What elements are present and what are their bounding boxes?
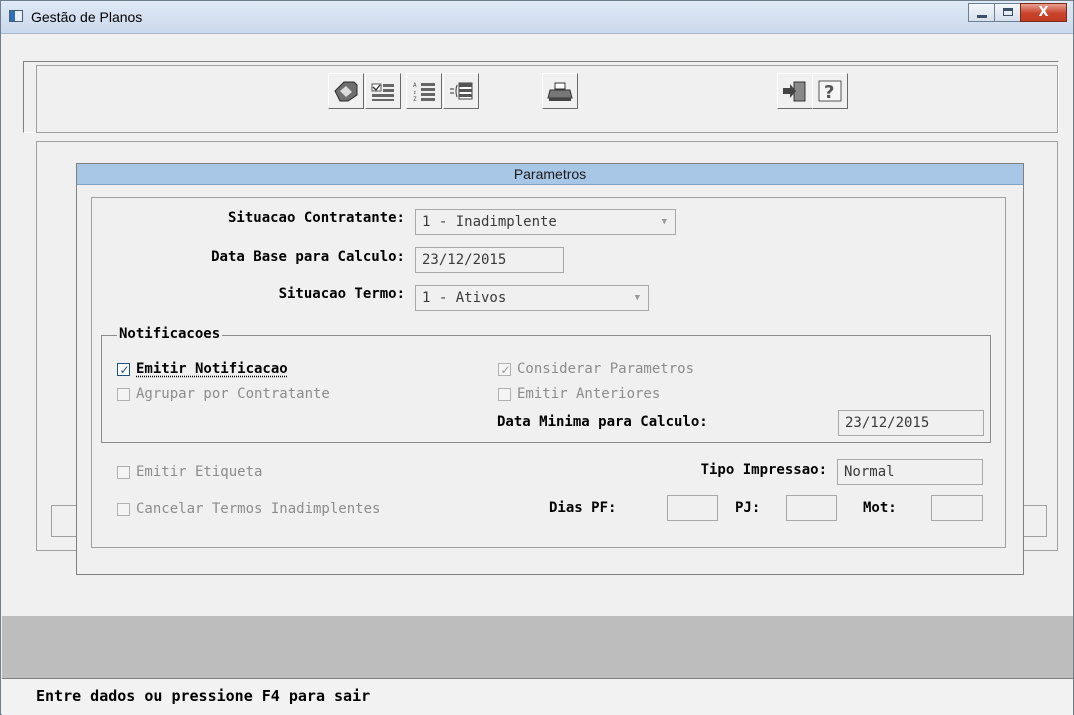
window-title: Gestão de Planos <box>31 9 143 25</box>
data-base-label: Data Base para Calculo: <box>211 249 405 265</box>
tipo-impressao-label: Tipo Impressao: <box>700 462 827 478</box>
dialog-title: Parametros <box>77 164 1023 185</box>
emitir-anteriores-label: Emitir Anteriores <box>517 386 661 402</box>
toolbar-list-button[interactable] <box>443 73 479 109</box>
title-bar[interactable]: Gestão de Planos X <box>1 1 1073 34</box>
emitir-etiqueta-label: Emitir Etiqueta <box>136 464 263 480</box>
data-minima-label: Data Minima para Calculo: <box>497 414 708 430</box>
checkbox-box <box>117 502 130 516</box>
chevron-down-icon: ▼ <box>634 293 640 303</box>
notificacoes-legend: Notificacoes <box>117 324 223 344</box>
agrupar-contratante-checkbox[interactable]: Agrupar por Contratante <box>117 384 330 404</box>
checkbox-box <box>117 387 130 401</box>
help-icon: ? <box>818 80 842 103</box>
right-edge-control <box>1023 505 1047 537</box>
situacao-contratante-select[interactable]: 1 - Inadimplente ▼ <box>415 209 676 235</box>
cancelar-termos-checkbox[interactable]: Cancelar Termos Inadimplentes <box>117 499 380 519</box>
status-bar: Entre dados ou pressione F4 para sair <box>2 678 1073 715</box>
main-window: Gestão de Planos X A ↕ Z ? Parametros Si… <box>0 0 1074 715</box>
svg-text:A: A <box>413 82 417 89</box>
considerar-parametros-label: Considerar Parametros <box>517 361 695 377</box>
dias-pf-field[interactable] <box>667 495 718 521</box>
situacao-termo-select[interactable]: 1 - Ativos ▼ <box>415 285 649 311</box>
situacao-termo-label: Situacao Termo: <box>278 286 405 302</box>
data-base-field[interactable]: 23/12/2015 <box>415 247 564 273</box>
toolbar-print-button[interactable] <box>542 73 578 109</box>
left-edge-control <box>51 505 77 537</box>
emitir-anteriores-checkbox[interactable]: Emitir Anteriores <box>498 384 660 404</box>
chevron-down-icon: ▼ <box>661 217 667 227</box>
sort-icon: A ↕ Z <box>413 82 435 103</box>
svg-text:↕: ↕ <box>413 89 417 96</box>
close-button[interactable]: X <box>1020 3 1067 22</box>
pj-label: PJ: <box>735 500 761 516</box>
toolbar-exit-button[interactable] <box>777 73 813 109</box>
emitir-notificacao-label: Emitir Notificacao <box>136 361 288 377</box>
svg-text:Z: Z <box>413 96 417 103</box>
emitir-notificacao-checkbox[interactable]: ✓ Emitir Notificacao <box>117 359 288 379</box>
minimize-icon <box>977 15 987 18</box>
checkbox-box <box>117 465 130 479</box>
edit-icon <box>334 81 358 102</box>
situacao-contratante-label: Situacao Contratante: <box>227 210 405 226</box>
dias-pf-label: Dias PF: <box>549 500 617 516</box>
maximize-button[interactable] <box>994 3 1021 22</box>
mot-field[interactable] <box>931 495 983 521</box>
data-minima-field[interactable]: 23/12/2015 <box>838 410 984 436</box>
situacao-contratante-value: 1 - Inadimplente <box>422 214 557 230</box>
check-icon: ✓ <box>500 362 511 377</box>
checkbox-box <box>498 387 511 401</box>
message-band <box>2 616 1073 678</box>
toolbar-edit-button[interactable] <box>328 73 364 109</box>
svg-text:?: ? <box>824 82 834 103</box>
exit-icon <box>783 81 806 102</box>
app-icon <box>9 10 23 22</box>
minimize-button[interactable] <box>968 3 995 22</box>
checkbox-box: ✓ <box>117 362 130 377</box>
cancelar-termos-label: Cancelar Termos Inadimplentes <box>136 501 381 517</box>
checkbox-box: ✓ <box>498 362 511 377</box>
list-icon <box>450 82 473 100</box>
considerar-parametros-checkbox[interactable]: ✓ Considerar Parametros <box>498 359 694 379</box>
toolbar-checklist-button[interactable] <box>365 73 401 109</box>
toolbar-help-button[interactable]: ? <box>812 73 848 109</box>
emitir-etiqueta-checkbox[interactable]: Emitir Etiqueta <box>117 462 262 482</box>
checklist-icon <box>371 83 394 101</box>
situacao-termo-value: 1 - Ativos <box>422 290 507 306</box>
window-controls: X <box>968 3 1067 23</box>
mot-label: Mot: <box>863 500 897 516</box>
agrupar-contratante-label: Agrupar por Contratante <box>136 386 330 402</box>
toolbar-sort-button[interactable]: A ↕ Z <box>406 73 442 109</box>
tipo-impressao-field[interactable]: Normal <box>837 459 983 485</box>
pj-field[interactable] <box>786 495 837 521</box>
status-message: Entre dados ou pressione F4 para sair <box>36 687 371 705</box>
maximize-icon <box>1003 8 1013 16</box>
check-icon: ✓ <box>119 362 130 377</box>
print-icon <box>547 82 573 101</box>
close-icon: X <box>1038 5 1049 20</box>
